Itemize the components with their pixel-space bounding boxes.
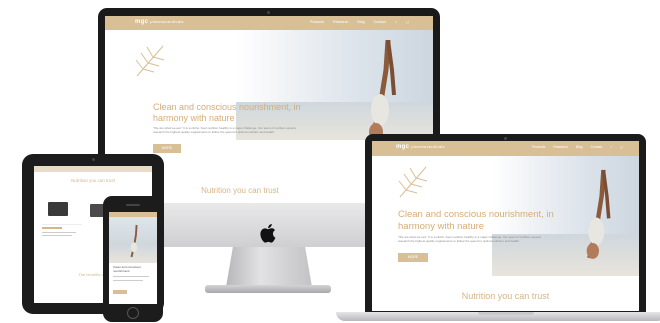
nav-link-blog[interactable]: Blog [357,20,364,24]
nav-link-research[interactable]: Research [553,145,568,149]
hero-body: "We are what we eat." It is a cliché. Ke… [153,126,296,134]
imac-camera [267,11,270,14]
laptop-screen: mgc pharmaceuticals Products Research Bl… [372,141,639,311]
hero-headline: Clean and conscious nourishment, in harm… [153,102,301,123]
phone-speaker [126,204,140,206]
nav-link-products[interactable]: Products [532,145,545,149]
nav-links: Products Research Blog Contact ⌕ ◻ [532,145,623,149]
laptop-camera [504,137,507,140]
nav-link-blog[interactable]: Blog [576,145,583,149]
search-icon[interactable]: ⌕ [395,20,397,24]
hero-headline: Clean and conscious nourishment, in harm… [398,209,554,232]
phone-caption: Clean and conscious nourishment [113,265,141,273]
phone-screen: Clean and conscious nourishment [109,212,157,304]
section-title: Nutrition you can trust [461,291,550,301]
navbar: mgc pharmaceuticals Products Research Bl… [372,141,639,156]
leaf-logo-icon [398,166,428,198]
nav-links: Products Research Blog Contact ⌕ ◻ [310,20,409,24]
imac-stand [226,247,312,287]
cart-icon[interactable]: ◻ [406,20,409,24]
phone-more-button[interactable] [113,290,127,294]
imac-foot [205,285,331,293]
nav-link-contact[interactable]: Contact [591,145,603,149]
product-box[interactable] [48,202,68,216]
nav-link-research[interactable]: Research [333,20,348,24]
tablet-navbar [34,166,152,172]
navbar: mgc pharmaceuticals Products Research Bl… [105,16,433,30]
divider [113,276,149,277]
yoga-figure [130,224,138,258]
divider [113,280,143,281]
more-button[interactable]: MORE [153,144,181,153]
brand-logo[interactable]: mgc pharmaceuticals [135,19,184,25]
leaf-logo-icon [135,45,165,77]
nav-link-products[interactable]: Products [310,20,324,24]
laptop-notch [478,312,534,315]
hero-body: "We are what we eat." It is a cliché. Ke… [398,235,541,243]
tablet-section-title: Nutrition you can trust [71,178,115,183]
product-text [42,224,82,245]
nav-link-contact[interactable]: Contact [374,20,386,24]
apple-logo-icon [260,224,276,243]
phone-home-button[interactable] [127,307,139,319]
yoga-figure [369,40,397,140]
more-button[interactable]: MORE [398,253,428,262]
brand-logo[interactable]: mgc pharmaceuticals [396,144,445,150]
search-icon[interactable]: ⌕ [610,145,612,149]
cart-icon[interactable]: ◻ [620,145,623,149]
phone-hero-image [109,217,157,263]
tablet-camera [92,158,95,161]
